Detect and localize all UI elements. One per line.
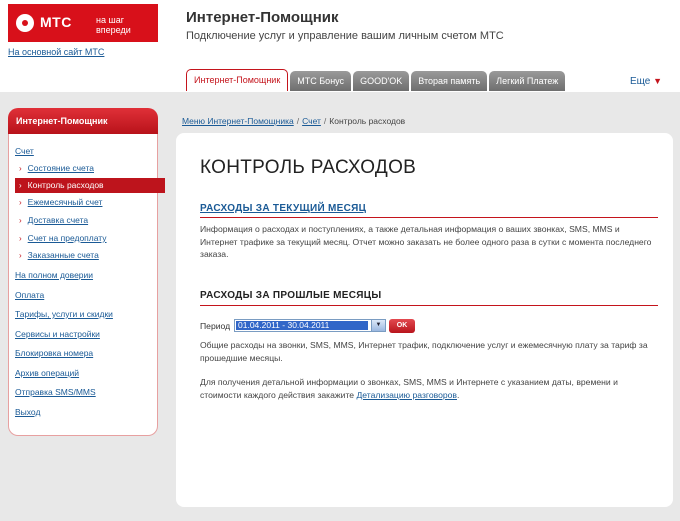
- breadcrumb-separator: /: [323, 116, 327, 126]
- mts-logo[interactable]: МТС на шаг впереди: [8, 4, 158, 42]
- sidebar: Счет › Состояние счета › Контроль расходов…: [8, 134, 165, 436]
- arrow-right-icon: ›: [19, 251, 22, 260]
- chevron-down-icon: ▼: [653, 76, 663, 86]
- arrow-right-icon: ›: [19, 198, 22, 207]
- sidebar-item-logout[interactable]: Выход: [15, 407, 40, 417]
- tab-goodok[interactable]: GOOD'OK: [353, 71, 410, 91]
- sidebar-subitem-label[interactable]: Доставка счета: [28, 215, 88, 225]
- sidebar-item-tariffs[interactable]: Тарифы, услуги и скидки: [15, 309, 113, 319]
- arrow-right-icon: ›: [19, 181, 22, 190]
- current-month-link[interactable]: РАСХОДЫ ЗА ТЕКУЩИЙ МЕСЯЦ: [200, 203, 366, 214]
- period-label: Период: [200, 321, 231, 331]
- sidebar-subitem-label: Контроль расходов: [27, 180, 104, 190]
- logo-slogan: на шаг впереди: [96, 15, 131, 35]
- period-select[interactable]: 01.04.2011 - 30.04.2011 ▼: [234, 319, 386, 332]
- page-title: КОНТРОЛЬ РАСХОДОВ: [200, 157, 417, 178]
- past-months-title: РАСХОДЫ ЗА ПРОШЛЫЕ МЕСЯЦЫ: [200, 290, 382, 301]
- ok-button[interactable]: OK: [389, 319, 415, 333]
- sidebar-title: Интернет-Помощник: [8, 108, 158, 134]
- past-months-description: Общие расходы на звонки, SMS, MMS, Интер…: [200, 340, 648, 363]
- logo-name: МТС: [40, 14, 72, 30]
- sidebar-item-payment[interactable]: Оплата: [15, 290, 44, 300]
- sidebar-subitem-label[interactable]: Заказанные счета: [28, 250, 99, 260]
- breadcrumb-menu-link[interactable]: Меню Интернет-Помощника: [182, 116, 294, 126]
- sidebar-subitem-balance[interactable]: › Состояние счета: [19, 163, 94, 173]
- section-divider: [200, 217, 658, 218]
- tab-mts-bonus[interactable]: МТС Бонус: [290, 71, 352, 91]
- sidebar-subitem-monthly-bill[interactable]: › Ежемесячный счет: [19, 197, 102, 207]
- breadcrumb: Меню Интернет-Помощника / Счет / Контроль ра…: [182, 116, 405, 126]
- arrow-right-icon: ›: [19, 164, 22, 173]
- tab-second-memory[interactable]: Вторая память: [411, 71, 488, 91]
- sidebar-subitem-label[interactable]: Состояние счета: [28, 163, 94, 173]
- chevron-down-icon[interactable]: ▼: [371, 320, 385, 331]
- sidebar-item-full-trust[interactable]: На полном доверии: [15, 270, 93, 280]
- tabs-more-button[interactable]: Еще ▼: [630, 76, 662, 87]
- sidebar-item-operations-archive[interactable]: Архив операций: [15, 368, 79, 378]
- top-tabs: Интернет-Помощник МТС Бонус GOOD'OK Втор…: [186, 69, 566, 91]
- breadcrumb-separator: /: [296, 116, 300, 126]
- sidebar-subitem-bill-delivery[interactable]: › Доставка счета: [19, 215, 88, 225]
- sidebar-item-services[interactable]: Сервисы и настройки: [15, 329, 100, 339]
- sidebar-subitem-label[interactable]: Счет на предоплату: [28, 233, 107, 243]
- sidebar-subitem-ordered-bills[interactable]: › Заказанные счета: [19, 250, 99, 260]
- details-description: Для получения детальной информации о зво…: [200, 376, 658, 401]
- sidebar-subitem-expense-control[interactable]: › Контроль расходов: [15, 178, 165, 193]
- tab-easy-payment[interactable]: Легкий Платеж: [489, 71, 566, 91]
- tab-internet-assistant[interactable]: Интернет-Помощник: [186, 69, 289, 91]
- app-title: Интернет-Помощник: [186, 9, 339, 26]
- breadcrumb-current: Контроль расходов: [329, 116, 406, 126]
- details-end: .: [456, 389, 460, 400]
- sidebar-subitem-label[interactable]: Ежемесячный счет: [28, 197, 103, 207]
- content-panel: КОНТРОЛЬ РАСХОДОВ РАСХОДЫ ЗА ТЕКУЩИЙ МЕС…: [176, 133, 673, 507]
- sidebar-subitem-prepay-bill[interactable]: › Счет на предоплату: [19, 233, 107, 243]
- breadcrumb-account-link[interactable]: Счет: [302, 116, 321, 126]
- current-month-description: Информация о расходах и поступлениях, а …: [200, 224, 652, 259]
- section-divider: [200, 305, 658, 306]
- sidebar-item-block-number[interactable]: Блокировка номера: [15, 348, 93, 358]
- arrow-right-icon: ›: [19, 234, 22, 243]
- details-link[interactable]: Детализацию разговоров: [356, 390, 457, 400]
- sidebar-item-account[interactable]: Счет: [15, 146, 34, 156]
- main-site-link[interactable]: На основной сайт МТС: [8, 47, 104, 57]
- arrow-right-icon: ›: [19, 216, 22, 225]
- mts-egg-icon: [16, 14, 34, 32]
- tabs-more-label: Еще: [630, 76, 651, 87]
- sidebar-item-send-sms[interactable]: Отправка SMS/MMS: [15, 387, 96, 397]
- period-select-value: 01.04.2011 - 30.04.2011: [236, 321, 368, 330]
- app-subtitle: Подключение услуг и управление вашим лич…: [186, 30, 504, 42]
